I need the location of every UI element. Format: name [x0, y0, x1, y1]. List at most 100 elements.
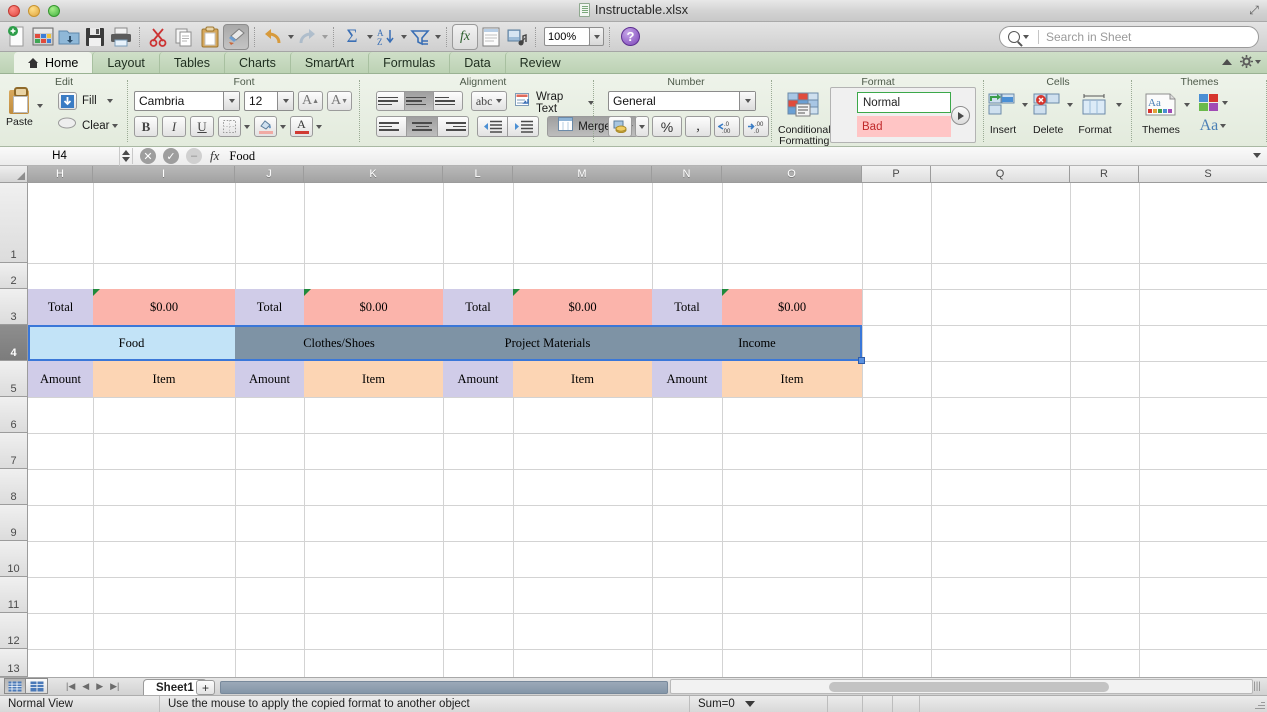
column-header-q[interactable]: Q	[931, 166, 1070, 183]
tab-formulas[interactable]: Formulas	[368, 52, 449, 73]
cell-k3[interactable]: $0.00	[304, 289, 443, 325]
styles-more-button[interactable]	[951, 106, 970, 125]
column-header-j[interactable]: J	[235, 166, 304, 183]
cell-m5[interactable]: Item	[513, 361, 652, 397]
zoom-dropdown-icon[interactable]	[589, 27, 604, 46]
tab-smartart[interactable]: SmartArt	[289, 52, 368, 73]
borders-dropdown-icon[interactable]	[244, 124, 250, 129]
row-header-10[interactable]: 10	[0, 541, 28, 577]
fill-color-dropdown-icon[interactable]	[280, 124, 286, 129]
open-icon[interactable]	[56, 24, 82, 50]
accept-entry-icon[interactable]: ✓	[163, 148, 179, 164]
insert-dropdown-icon[interactable]	[1022, 103, 1028, 107]
fill-button[interactable]: Fill	[58, 92, 118, 110]
search-in-sheet[interactable]: Search in Sheet	[999, 26, 1259, 48]
align-middle-button[interactable]	[405, 91, 435, 111]
formula-builder-toggle-icon[interactable]: –	[186, 148, 202, 164]
comma-button[interactable]: ‚	[685, 116, 711, 137]
font-family-dropdown-icon[interactable]	[223, 92, 239, 110]
row-header-12[interactable]: 12	[0, 613, 28, 649]
status-sum[interactable]: Sum=0	[690, 695, 828, 712]
column-header-s[interactable]: S	[1139, 166, 1267, 183]
themes-dropdown-icon[interactable]	[1183, 103, 1190, 107]
paste-dropdown-icon[interactable]	[36, 104, 43, 108]
font-size-input[interactable]: 12	[244, 91, 294, 111]
expand-icon[interactable]: ⤢	[1247, 3, 1261, 17]
format-cells-dropdown-icon[interactable]	[1115, 103, 1122, 107]
cancel-entry-icon[interactable]: ✕	[140, 148, 156, 164]
column-header-p[interactable]: P	[862, 166, 931, 183]
row-header-2[interactable]: 2	[0, 263, 28, 289]
decrease-decimal-button[interactable]: .00.0	[743, 116, 769, 137]
column-header-m[interactable]: M	[513, 166, 652, 183]
conditional-formatting-button[interactable]: Conditional Formatting	[778, 92, 831, 147]
nav-last-sheet-icon[interactable]: ▶|	[110, 681, 119, 692]
copy-icon[interactable]	[171, 24, 197, 50]
row-header-11[interactable]: 11	[0, 577, 28, 613]
themes-button[interactable]: Aa Themes	[1142, 93, 1180, 136]
filter-icon[interactable]	[407, 24, 433, 50]
grow-font-button[interactable]: A ▲	[298, 91, 323, 111]
clear-button[interactable]: Clear	[58, 116, 119, 135]
row-header-8[interactable]: 8	[0, 469, 28, 505]
comment-indicator-icon[interactable]	[722, 289, 729, 296]
cell-l4[interactable]: Project Materials	[443, 325, 652, 361]
nav-next-sheet-icon[interactable]: ▶	[96, 681, 103, 692]
row-header-3[interactable]: 3	[0, 289, 28, 325]
row-header-1[interactable]: 1	[0, 183, 28, 263]
row-header-4[interactable]: 4	[0, 325, 28, 361]
cell-m3[interactable]: $0.00	[513, 289, 652, 325]
orientation-button[interactable]: abc	[471, 91, 508, 111]
redo-icon[interactable]	[294, 24, 320, 50]
recent-workbooks-icon[interactable]	[30, 24, 56, 50]
formula-bar-expand-icon[interactable]	[1253, 153, 1261, 158]
column-header-o[interactable]: O	[722, 166, 862, 183]
save-icon[interactable]	[82, 24, 108, 50]
scroll-grip-icon[interactable]: |||	[1251, 680, 1263, 693]
font-size-dropdown-icon[interactable]	[277, 92, 293, 110]
horizontal-scrollbar-thumb[interactable]	[829, 682, 1109, 692]
cell-j4[interactable]: Clothes/Shoes	[235, 325, 443, 361]
delete-cells-button[interactable]: Delete	[1033, 93, 1063, 136]
row-header-5[interactable]: 5	[0, 361, 28, 397]
row-header-9[interactable]: 9	[0, 505, 28, 541]
theme-fonts-button[interactable]: Aa	[1200, 117, 1227, 135]
comment-indicator-icon[interactable]	[304, 289, 311, 296]
media-browser-icon[interactable]	[504, 24, 530, 50]
fill-color-button[interactable]	[254, 116, 277, 137]
increase-decimal-button[interactable]: .0.00	[714, 116, 740, 137]
comment-indicator-icon[interactable]	[93, 289, 100, 296]
cell-j3[interactable]: Total	[235, 289, 304, 325]
tab-review[interactable]: Review	[504, 52, 575, 73]
cell-h4[interactable]: Food	[28, 325, 235, 361]
redo-dropdown-icon[interactable]	[322, 34, 328, 39]
format-cells-button[interactable]: Format	[1078, 93, 1112, 136]
percent-button[interactable]: %	[652, 116, 682, 137]
nav-prev-sheet-icon[interactable]: ◀	[82, 681, 89, 692]
currency-button[interactable]	[608, 116, 632, 137]
insert-cells-button[interactable]: Insert	[988, 93, 1018, 136]
number-format-select[interactable]: General	[608, 91, 756, 111]
cell-i3[interactable]: $0.00	[93, 289, 235, 325]
cell-n3[interactable]: Total	[652, 289, 722, 325]
search-scope-caret-icon[interactable]	[1023, 35, 1029, 39]
tab-tables[interactable]: Tables	[158, 52, 224, 73]
delete-dropdown-icon[interactable]	[1067, 103, 1074, 107]
style-bad[interactable]: Bad	[857, 116, 951, 137]
selection-fill-handle[interactable]	[858, 357, 865, 364]
theme-colors-dropdown-icon[interactable]	[1221, 101, 1228, 105]
add-sheet-button[interactable]: +	[196, 680, 215, 695]
nav-first-sheet-icon[interactable]: |◀	[66, 681, 75, 692]
increase-indent-button[interactable]	[508, 116, 539, 137]
wrap-text-button[interactable]: Wrap Text	[515, 91, 594, 115]
print-icon[interactable]	[108, 24, 134, 50]
theme-fonts-dropdown-icon[interactable]	[1220, 124, 1227, 128]
cell-styles-gallery[interactable]: Normal Bad	[830, 87, 976, 143]
row-header-7[interactable]: 7	[0, 433, 28, 469]
cell-l5[interactable]: Amount	[443, 361, 513, 397]
cell-area[interactable]: Total $0.00 Total $0.00 Total $0.00 Total $0.00…	[28, 183, 1267, 677]
cell-h5[interactable]: Amount	[28, 361, 93, 397]
toolbox-icon[interactable]	[478, 24, 504, 50]
status-sum-dropdown-icon[interactable]	[744, 701, 755, 707]
column-header-r[interactable]: R	[1070, 166, 1139, 183]
